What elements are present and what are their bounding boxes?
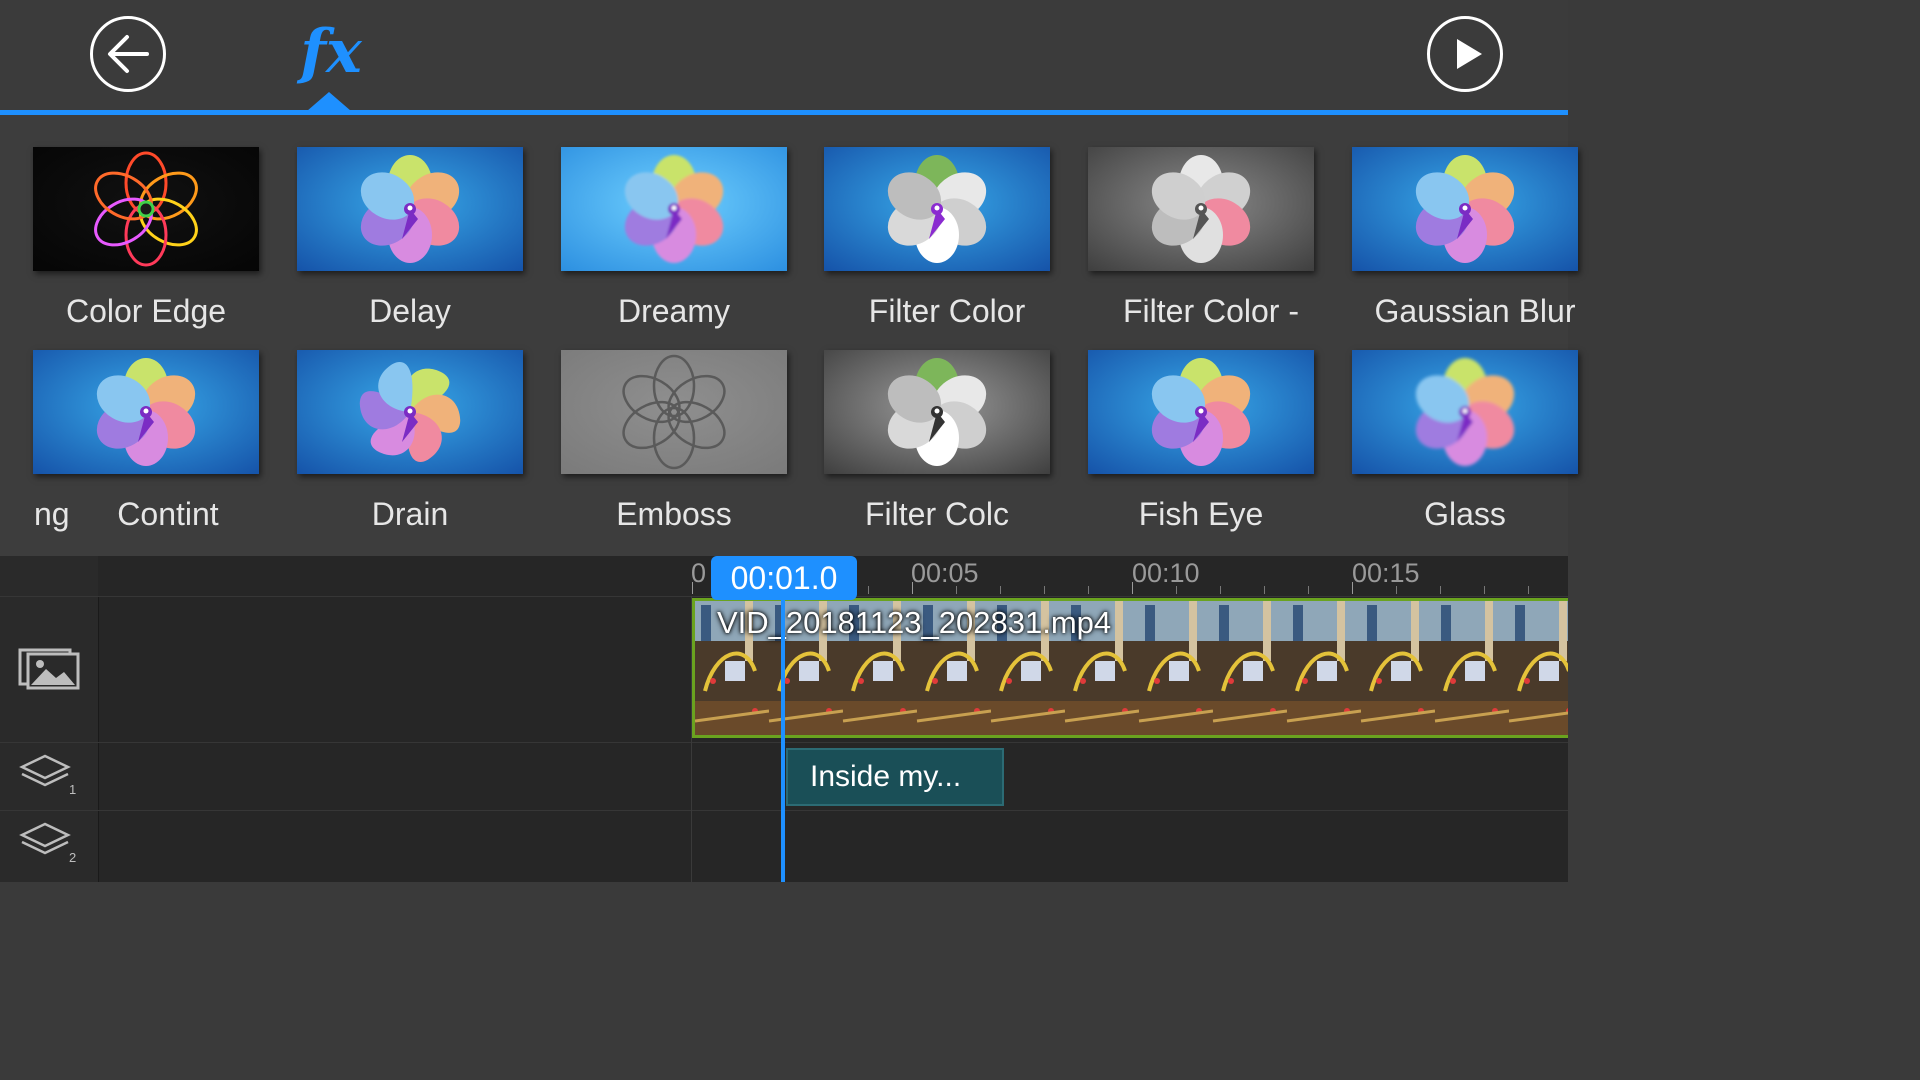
tab-selected-caret (307, 92, 351, 111)
effect-label: Fish Eye (1138, 496, 1264, 532)
ruler-tick (956, 586, 957, 594)
effect-label: Filter Colc (864, 496, 1009, 532)
top-toolbar: fx (0, 0, 1568, 112)
text-clip[interactable]: Inside my... (786, 748, 1004, 806)
effect-thumbnail (33, 350, 259, 474)
ruler-tick (1396, 586, 1397, 594)
effect-thumbnail (561, 147, 787, 271)
effect-thumbnail (824, 147, 1050, 271)
video-frame (1434, 601, 1510, 735)
effect-label: Gaussian Blur (1374, 293, 1576, 329)
video-frame (1508, 601, 1568, 735)
arrow-left-icon (108, 35, 149, 73)
ruler-tick-label: 00:10 (1132, 558, 1200, 588)
play-button[interactable] (1427, 16, 1503, 92)
ruler-tick (912, 582, 913, 594)
effect-label: Contint (117, 496, 219, 532)
effect-thumbnail (1088, 147, 1314, 271)
ruler-tick (1264, 586, 1265, 594)
ruler-tick (1000, 586, 1001, 594)
ruler-tick (1484, 586, 1485, 594)
ruler-tick (1352, 582, 1353, 594)
ruler-tick (1176, 586, 1177, 594)
effect-label: Glass (1424, 496, 1506, 532)
effects-grid: Color Edge Delay Dreamy Filter Color Filter … (0, 115, 1578, 556)
ruler-tick (1528, 586, 1529, 594)
svg-text:1: 1 (69, 782, 76, 797)
ruler-tick (1088, 586, 1089, 594)
ruler-tick-label: 00:05 (911, 558, 979, 588)
video-frame (1138, 601, 1214, 735)
video-frame (1286, 601, 1362, 735)
effect-label: Filter Color (868, 293, 1026, 329)
effect-thumbnail (1352, 350, 1578, 474)
effect-label: Emboss (616, 496, 732, 532)
current-time-badge: 00:01.0 (711, 556, 857, 600)
ruler-tick-label: 0 (691, 558, 707, 588)
effect-thumbnail (561, 350, 787, 474)
ruler-tick (1132, 582, 1133, 594)
effect-label: Dreamy (617, 293, 730, 329)
playhead[interactable] (781, 596, 785, 882)
effect-thumbnail (1088, 350, 1314, 474)
video-track-icon[interactable] (0, 642, 98, 697)
video-frame (1212, 601, 1288, 735)
play-icon (1457, 39, 1482, 69)
video-frame (1360, 601, 1436, 735)
effect-label: Delay (369, 293, 451, 329)
effect-thumbnail (33, 147, 259, 271)
tab-fx[interactable]: fx (296, 12, 366, 92)
video-clip[interactable]: VID_20181123_202831.mp4 (692, 598, 1568, 738)
layer-2-icon[interactable]: 2 (0, 820, 98, 871)
ruler-tick (1220, 586, 1221, 594)
timeline: 1 2 0 00:05 00:10 00:15 VID_20181123_202… (0, 556, 1568, 882)
ruler-tick-label: 00:15 (1352, 558, 1420, 588)
layer-1-icon[interactable]: 1 (0, 752, 98, 803)
ruler-tick (1044, 586, 1045, 594)
back-button[interactable] (90, 16, 166, 92)
effect-thumbnail (1352, 147, 1578, 271)
effect-label-partial: ng (34, 496, 70, 532)
track-header-column: 1 2 (0, 556, 99, 882)
effect-thumbnail (297, 147, 523, 271)
effect-label: Filter Color - (1122, 293, 1299, 329)
ruler-tick (868, 586, 869, 594)
video-clip-name: VID_20181123_202831.mp4 (717, 605, 1112, 640)
svg-text:2: 2 (69, 850, 76, 865)
ruler-tick (1308, 586, 1309, 594)
ruler-tick (1440, 586, 1441, 594)
effect-label: Drain (371, 496, 449, 532)
effect-label: Color Edge (65, 293, 227, 329)
effect-thumbnail (824, 350, 1050, 474)
effect-thumbnail (297, 350, 523, 474)
ruler-tick (692, 582, 693, 594)
